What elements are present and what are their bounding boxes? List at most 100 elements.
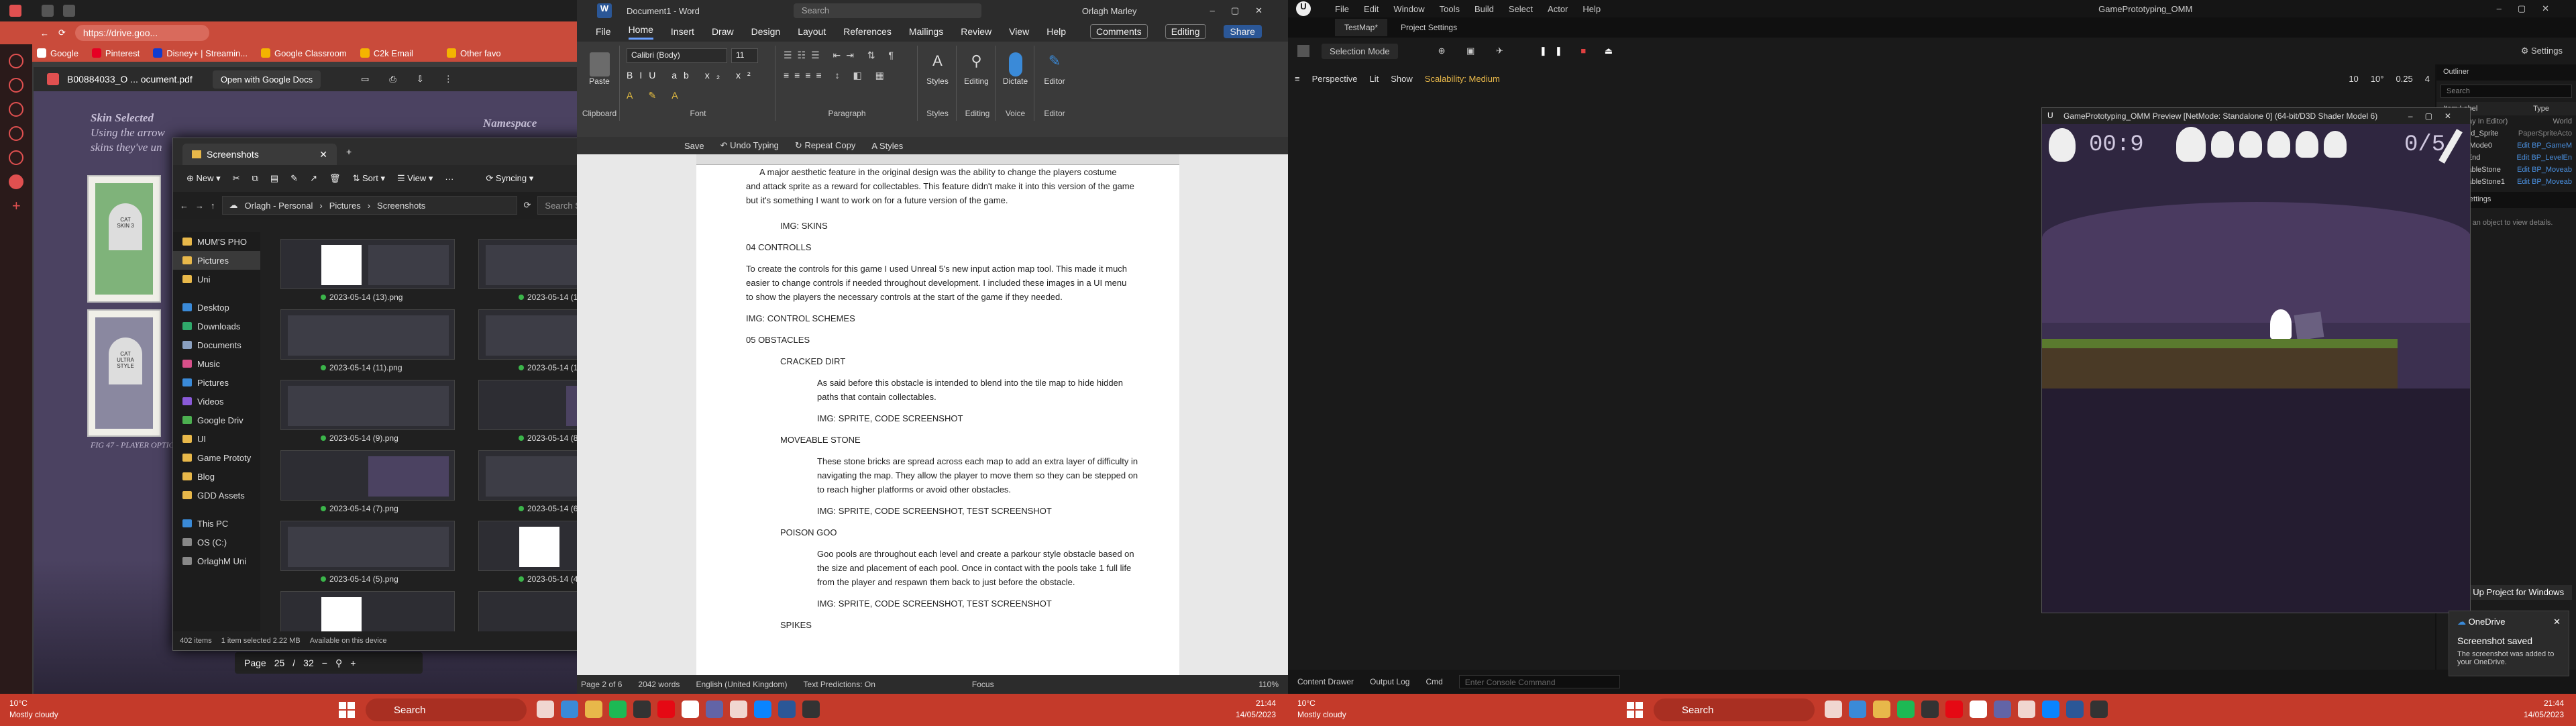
share-button[interactable]: Share: [1223, 25, 1262, 38]
teams-icon[interactable]: [1994, 701, 2011, 718]
nav-item[interactable]: OS (C:): [173, 533, 260, 552]
tab-help[interactable]: Help: [1046, 26, 1066, 37]
nav-item[interactable]: UI: [173, 429, 260, 448]
app-icon[interactable]: [1921, 701, 1939, 718]
explorer-tab[interactable]: Screenshots ✕: [182, 144, 337, 165]
sort-button[interactable]: ⇅ Sort ▾: [353, 173, 386, 184]
word-icon[interactable]: [2066, 701, 2084, 718]
breadcrumb[interactable]: ☁ Orlagh - Personal › Pictures › Screensho…: [221, 196, 517, 215]
page-number-input[interactable]: 25: [274, 658, 285, 668]
tab-insert[interactable]: Insert: [671, 26, 694, 37]
outliner-tab[interactable]: Outliner: [2436, 64, 2576, 81]
url-field[interactable]: https://drive.goo...: [74, 25, 209, 41]
cut-icon[interactable]: ✂: [233, 173, 240, 184]
lit-button[interactable]: Lit: [1370, 74, 1379, 84]
browser-menu-icon[interactable]: [9, 5, 21, 17]
add-actor-icons[interactable]: ⊕ ▣ ✈: [1438, 46, 1513, 56]
show-button[interactable]: Show: [1391, 74, 1413, 84]
paste-button[interactable]: Paste: [580, 76, 619, 86]
delete-icon[interactable]: 🗑: [329, 173, 341, 184]
refresh-icon[interactable]: ⟳: [524, 200, 531, 211]
app-icon[interactable]: [561, 701, 578, 718]
game-preview-window[interactable]: U GamePrototyping_OMM Preview [NetMode: …: [2041, 107, 2471, 613]
outliner-search[interactable]: Search: [2440, 85, 2572, 98]
onedrive-notification[interactable]: ☁ OneDrive ✕ Screenshot saved The screens…: [2449, 611, 2569, 676]
nav-item[interactable]: Game Prototy: [173, 448, 260, 467]
word-count[interactable]: 2042 words: [638, 680, 680, 689]
unreal-icon[interactable]: [802, 701, 820, 718]
window-controls[interactable]: –▢✕: [1210, 5, 1279, 16]
menu-tools[interactable]: Tools: [1440, 4, 1460, 14]
viewport-menu-icon[interactable]: ≡: [1295, 74, 1300, 84]
copy-icon[interactable]: ⧉: [252, 173, 258, 184]
nav-item[interactable]: MUM'S PHO: [173, 232, 260, 251]
share-icon[interactable]: ↗: [310, 173, 317, 184]
close-icon[interactable]: ✕: [2553, 617, 2561, 627]
menu-file[interactable]: File: [1335, 4, 1349, 14]
bookmark-disney[interactable]: Disney+ | Streamin...: [153, 48, 248, 58]
focus-button[interactable]: Focus: [972, 680, 994, 689]
download-icon[interactable]: ⇩: [417, 74, 424, 85]
format-buttons[interactable]: BIU ab x₂ x²: [627, 70, 757, 81]
language[interactable]: English (United Kingdom): [696, 680, 787, 689]
zoom-icon[interactable]: ⚲: [335, 658, 342, 669]
styles-icon[interactable]: A: [928, 52, 948, 76]
nav-item[interactable]: Videos: [173, 392, 260, 411]
sidebar-icon[interactable]: [9, 126, 23, 141]
font-size-select[interactable]: 11: [731, 48, 758, 63]
align-buttons[interactable]: ≡≡≡≡ ↕ ◧ ▦: [784, 70, 890, 81]
forward-arrow-icon[interactable]: →: [195, 201, 204, 211]
browser-tab-strip[interactable]: [0, 0, 577, 21]
editor-icon[interactable]: ✎: [1044, 52, 1065, 76]
scalability-label[interactable]: Scalability: Medium: [1425, 74, 1500, 84]
tab-layout[interactable]: Layout: [798, 26, 826, 37]
word-icon[interactable]: [778, 701, 796, 718]
styles-button[interactable]: A Styles: [871, 141, 903, 151]
nav-item[interactable]: Pictures: [173, 373, 260, 392]
edge-icon[interactable]: [754, 701, 771, 718]
tab-icon[interactable]: [42, 5, 54, 17]
output-log-button[interactable]: Output Log: [1370, 677, 1409, 686]
file-thumbnail[interactable]: 2023-05-14 (9).png: [280, 380, 455, 447]
repeat-button[interactable]: ↻ Repeat Copy: [795, 140, 855, 151]
zoom-in-button[interactable]: +: [350, 658, 356, 668]
sidebar-icon[interactable]: [9, 102, 23, 117]
content-drawer-button[interactable]: Content Drawer: [1297, 677, 1354, 686]
page-count[interactable]: Page 2 of 6: [581, 680, 622, 689]
nav-item[interactable]: Music: [173, 354, 260, 373]
app-icon[interactable]: [633, 701, 651, 718]
sidebar-icon[interactable]: [9, 150, 23, 165]
back-arrow-icon[interactable]: ←: [180, 201, 189, 211]
editing-button[interactable]: Editing: [1165, 24, 1206, 39]
bookmark-other[interactable]: Other favo: [446, 48, 501, 58]
edge-icon[interactable]: [2042, 701, 2059, 718]
grid-snap[interactable]: 10: [2349, 74, 2358, 84]
tab-file[interactable]: File: [596, 26, 611, 37]
nav-item[interactable]: GDD Assets: [173, 486, 260, 505]
user-name[interactable]: Orlagh Marley: [1082, 6, 1137, 16]
nav-item[interactable]: Google Driv: [173, 411, 260, 429]
menu-select[interactable]: Select: [1509, 4, 1533, 14]
save-icon[interactable]: [1297, 45, 1309, 57]
app-icon[interactable]: [1825, 701, 1842, 718]
start-icon[interactable]: [1627, 702, 1643, 718]
comments-button[interactable]: Comments: [1090, 24, 1148, 39]
view-button[interactable]: ☰ View ▾: [397, 173, 433, 184]
file-thumbnail[interactable]: 2023-05-14 (11).png: [280, 309, 455, 376]
file-thumbnail[interactable]: 2023-05-14 (13).png: [280, 239, 455, 306]
system-tray[interactable]: 21:44 14/05/2023: [1236, 698, 1276, 721]
play-controls[interactable]: ❚❚ ■ ⏏: [1540, 46, 1621, 56]
nav-item[interactable]: Documents: [173, 335, 260, 354]
nav-item[interactable]: Uni: [173, 270, 260, 289]
window-controls[interactable]: –▢✕: [2408, 111, 2463, 121]
taskbar-search[interactable]: Search: [1654, 698, 1815, 721]
selection-mode[interactable]: Selection Mode: [1322, 43, 1398, 59]
chrome-icon[interactable]: [1970, 701, 1987, 718]
tab-icon[interactable]: [63, 5, 75, 17]
undo-button[interactable]: ↶ Undo Typing: [720, 140, 779, 151]
menu-help[interactable]: Help: [1582, 4, 1601, 14]
nav-item[interactable]: Downloads: [173, 317, 260, 335]
nav-item[interactable]: Desktop: [173, 298, 260, 317]
level-tab[interactable]: TestMap*: [1335, 19, 1388, 36]
app-icon[interactable]: [1849, 701, 1866, 718]
